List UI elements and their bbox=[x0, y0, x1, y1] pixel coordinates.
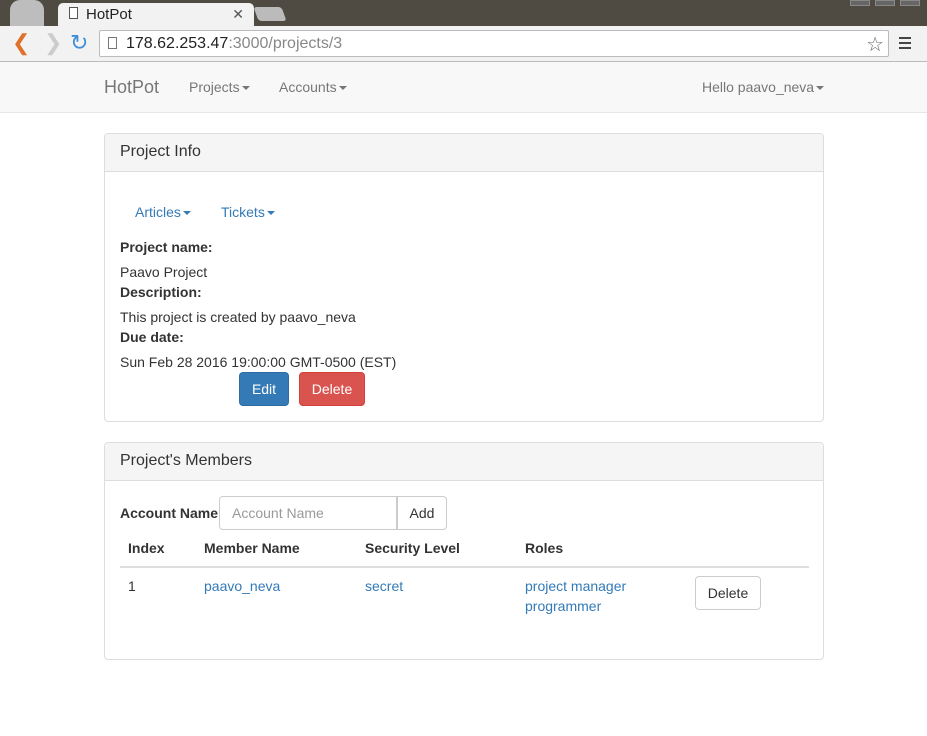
delete-member-button[interactable]: Delete bbox=[695, 576, 761, 610]
panel-title: Project Info bbox=[105, 134, 823, 172]
maximize-button[interactable] bbox=[875, 0, 895, 6]
minimize-button[interactable] bbox=[850, 0, 870, 6]
project-description: This project is created by paavo_neva bbox=[120, 309, 356, 325]
column-header-security-level: Security Level bbox=[365, 540, 460, 556]
projects-dropdown[interactable]: Projects bbox=[189, 79, 250, 95]
url-path: :3000/projects/3 bbox=[228, 35, 343, 52]
description-label: Description: bbox=[120, 284, 202, 300]
table-header-divider bbox=[120, 566, 809, 568]
user-dropdown[interactable]: Hello paavo_neva bbox=[702, 79, 825, 95]
account-name-label: Account Name bbox=[120, 505, 219, 521]
members-panel: Project's Members Account Name Add Index… bbox=[104, 442, 824, 660]
due-date: Sun Feb 28 2016 19:00:00 GMT-0500 (EST) bbox=[120, 354, 397, 370]
reload-icon[interactable]: ↻ bbox=[70, 32, 88, 54]
role-link[interactable]: programmer bbox=[525, 598, 601, 614]
account-name-input[interactable] bbox=[219, 496, 397, 530]
add-member-button[interactable]: Add bbox=[397, 496, 447, 530]
panel-title: Project's Members bbox=[105, 443, 823, 481]
page-icon bbox=[108, 37, 117, 49]
address-bar[interactable]: 178.62.253.47:3000/projects/3 ☆ bbox=[99, 30, 889, 57]
back-icon[interactable]: ❮ bbox=[12, 32, 30, 54]
project-name: Paavo Project bbox=[120, 264, 208, 280]
tab-title: HotPot bbox=[86, 6, 132, 23]
new-tab-button[interactable] bbox=[253, 7, 287, 21]
page-icon bbox=[69, 7, 78, 19]
close-window-button[interactable] bbox=[900, 0, 920, 6]
brand-link[interactable]: HotPot bbox=[104, 77, 159, 98]
menu-icon[interactable] bbox=[899, 37, 911, 52]
role-link[interactable]: project manager bbox=[525, 578, 626, 594]
tickets-dropdown[interactable]: Tickets bbox=[221, 204, 275, 220]
column-header-roles: Roles bbox=[525, 540, 564, 556]
browser-tabstrip: HotPot ✕ bbox=[0, 0, 927, 27]
due-date-label: Due date: bbox=[120, 329, 184, 345]
forward-icon[interactable]: ❯ bbox=[44, 32, 62, 54]
name-label: Project name: bbox=[120, 239, 213, 255]
column-header-index: Index bbox=[128, 540, 165, 556]
delete-project-button[interactable]: Delete bbox=[299, 372, 365, 406]
row-index: 1 bbox=[128, 578, 136, 594]
project-info-panel: Project Info Articles Tickets Project na… bbox=[104, 133, 824, 422]
member-name-link[interactable]: paavo_neva bbox=[204, 578, 280, 594]
url-host: 178.62.253.47 bbox=[126, 35, 229, 52]
navbar: HotPot Projects Accounts Hello paavo_nev… bbox=[0, 62, 927, 113]
incognito-icon bbox=[10, 0, 44, 26]
bookmark-star-icon[interactable]: ☆ bbox=[866, 32, 884, 57]
edit-button[interactable]: Edit bbox=[239, 372, 289, 406]
close-tab-icon[interactable]: ✕ bbox=[232, 6, 244, 23]
browser-tab[interactable]: HotPot ✕ bbox=[58, 3, 254, 27]
articles-dropdown[interactable]: Articles bbox=[135, 204, 191, 220]
security-level-link[interactable]: secret bbox=[365, 578, 403, 594]
browser-toolbar: ❮ ❯ ↻ 178.62.253.47:3000/projects/3 ☆ bbox=[0, 26, 927, 62]
accounts-dropdown[interactable]: Accounts bbox=[279, 79, 347, 95]
column-header-member-name: Member Name bbox=[204, 540, 300, 556]
